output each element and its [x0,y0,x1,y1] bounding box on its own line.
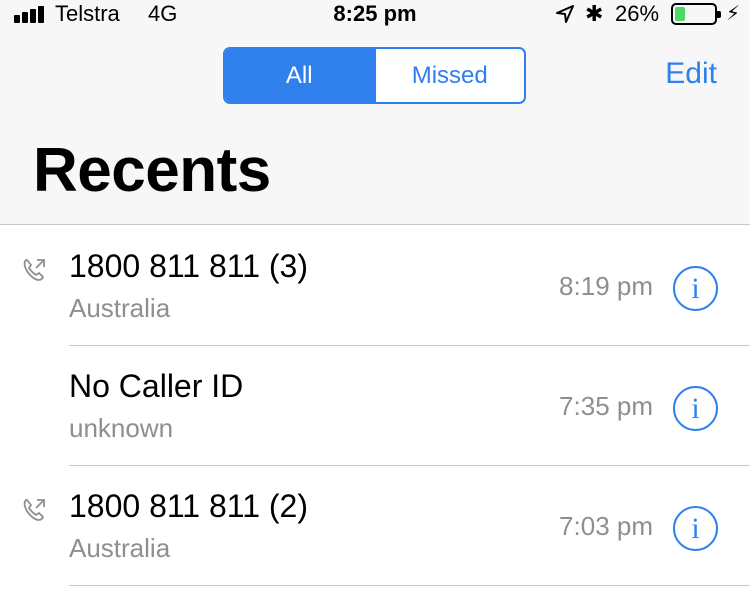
battery-fill [675,7,685,21]
call-row[interactable]: 1800 811 811 (2) Australia 7:03 pm i [0,466,750,586]
call-row[interactable]: 1800 811 811 (3) Australia 8:19 pm i [0,226,750,346]
caller-name: No Caller ID [69,368,244,404]
battery-percent: 26% [615,1,660,26]
page-title: Recents [33,136,271,205]
call-row[interactable]: No Caller ID unknown 7:35 pm i [0,346,750,466]
outgoing-call-icon [23,259,45,281]
info-icon[interactable]: i [673,506,718,551]
segment-all[interactable]: All [225,49,374,102]
charging-bolt-icon: ⚡ [726,3,741,25]
info-icon[interactable]: i [673,386,718,431]
call-time: 7:35 pm [559,391,653,421]
caller-name: 1800 811 811 (2) [69,488,308,524]
caller-location: Australia [69,293,171,323]
bluetooth-icon: ✱ [585,1,604,26]
info-icon[interactable]: i [673,266,718,311]
segment-missed[interactable]: Missed [373,49,525,102]
battery-icon [671,3,721,25]
caller-location: unknown [69,413,174,443]
call-time: 8:19 pm [559,271,653,301]
header: Telstra 4G 8:25 pm ✱ 26% ⚡ All Missed Ed… [0,0,750,225]
status-bar: Telstra 4G 8:25 pm ✱ 26% ⚡ [0,0,750,30]
caller-name: 1800 811 811 (3) [69,248,308,284]
segmented-control[interactable]: All Missed [223,47,526,104]
caller-location: Australia [69,533,171,563]
location-arrow-icon [556,5,574,23]
call-time: 7:03 pm [559,511,653,541]
row-divider [69,585,750,586]
outgoing-call-icon [23,499,45,521]
edit-button[interactable]: Edit [665,57,717,91]
